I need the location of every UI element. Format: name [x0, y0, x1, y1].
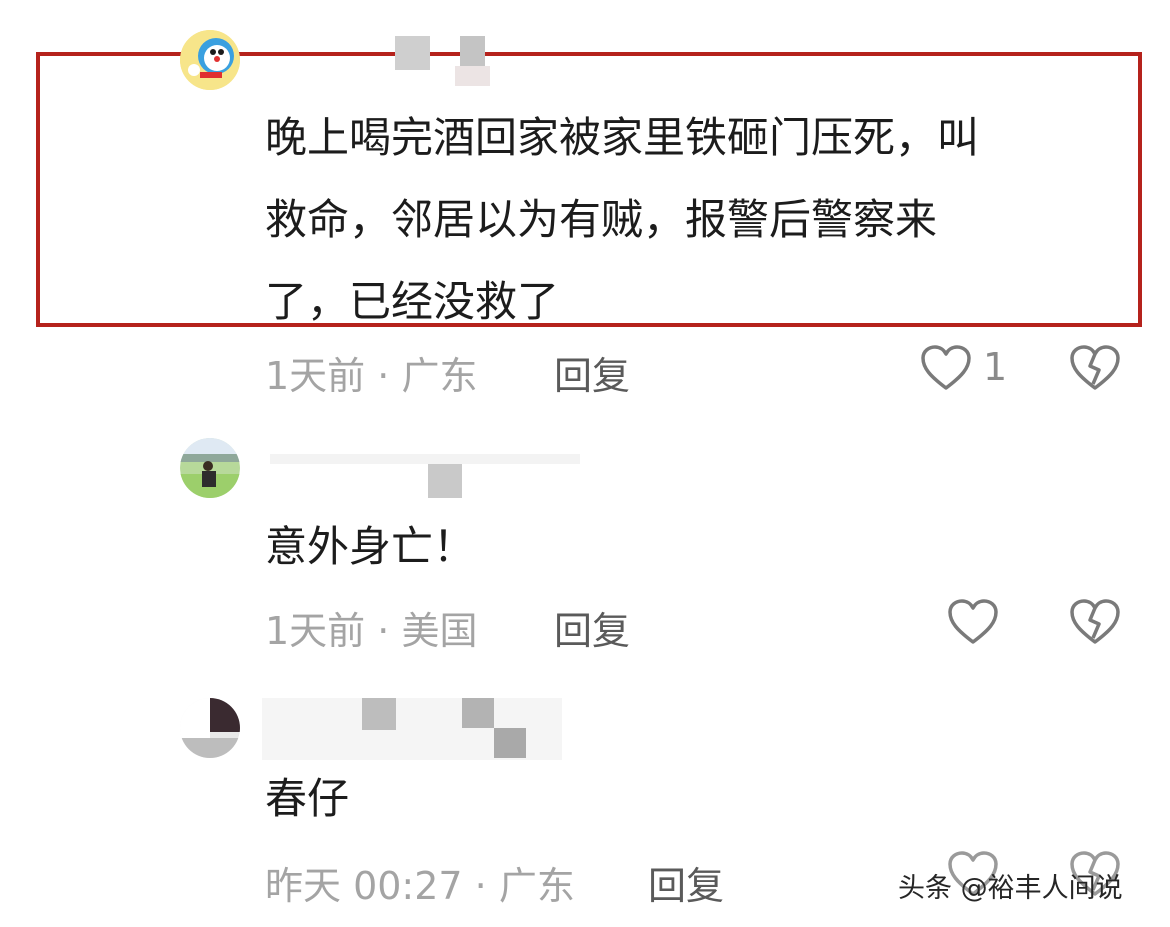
comment-time: 昨天 00:27 — [265, 864, 463, 908]
watermark: 头条 @裕丰人间说 — [898, 873, 1123, 904]
comment-meta: 1天前 · 广东 — [265, 354, 478, 398]
comment-meta: 1天前 · 美国 — [265, 609, 478, 653]
like-heart-icon[interactable] — [947, 598, 999, 646]
comment-location: 广东 — [498, 864, 575, 908]
like-count: 1 — [983, 345, 1008, 389]
avatar[interactable] — [180, 438, 240, 498]
username-blurred[interactable] — [262, 698, 562, 760]
comment-location: 美国 — [401, 609, 478, 653]
comment-text: 春仔 — [265, 774, 350, 823]
comment-item: 晚上喝完酒回家被家里铁砸门压死，叫 救命，邻居以为有贼，报警后警察来 了，已经没… — [0, 0, 1170, 400]
username-blurred[interactable] — [390, 36, 500, 86]
comment-item: 意外身亡！ 1天前 · 美国 回复 — [0, 420, 1170, 660]
username-blurred[interactable] — [265, 450, 595, 502]
comment-text: 晚上喝完酒回家被家里铁砸门压死，叫 救命，邻居以为有贼，报警后警察来 了，已经没… — [265, 113, 980, 326]
comment-time: 1天前 — [265, 354, 366, 398]
comment-text: 意外身亡！ — [265, 522, 476, 571]
comment-location: 广东 — [401, 354, 478, 398]
avatar[interactable] — [180, 698, 240, 758]
comment-meta: 昨天 00:27 · 广东 — [265, 864, 575, 908]
avatar[interactable] — [180, 30, 240, 90]
reply-button[interactable]: 回复 — [648, 855, 724, 910]
like-heart-icon[interactable] — [920, 344, 972, 392]
dislike-broken-heart-icon[interactable] — [1069, 344, 1121, 392]
comment-time: 1天前 — [265, 609, 366, 653]
reply-button[interactable]: 回复 — [554, 600, 630, 655]
reply-button[interactable]: 回复 — [554, 345, 630, 400]
dislike-broken-heart-icon[interactable] — [1069, 598, 1121, 646]
